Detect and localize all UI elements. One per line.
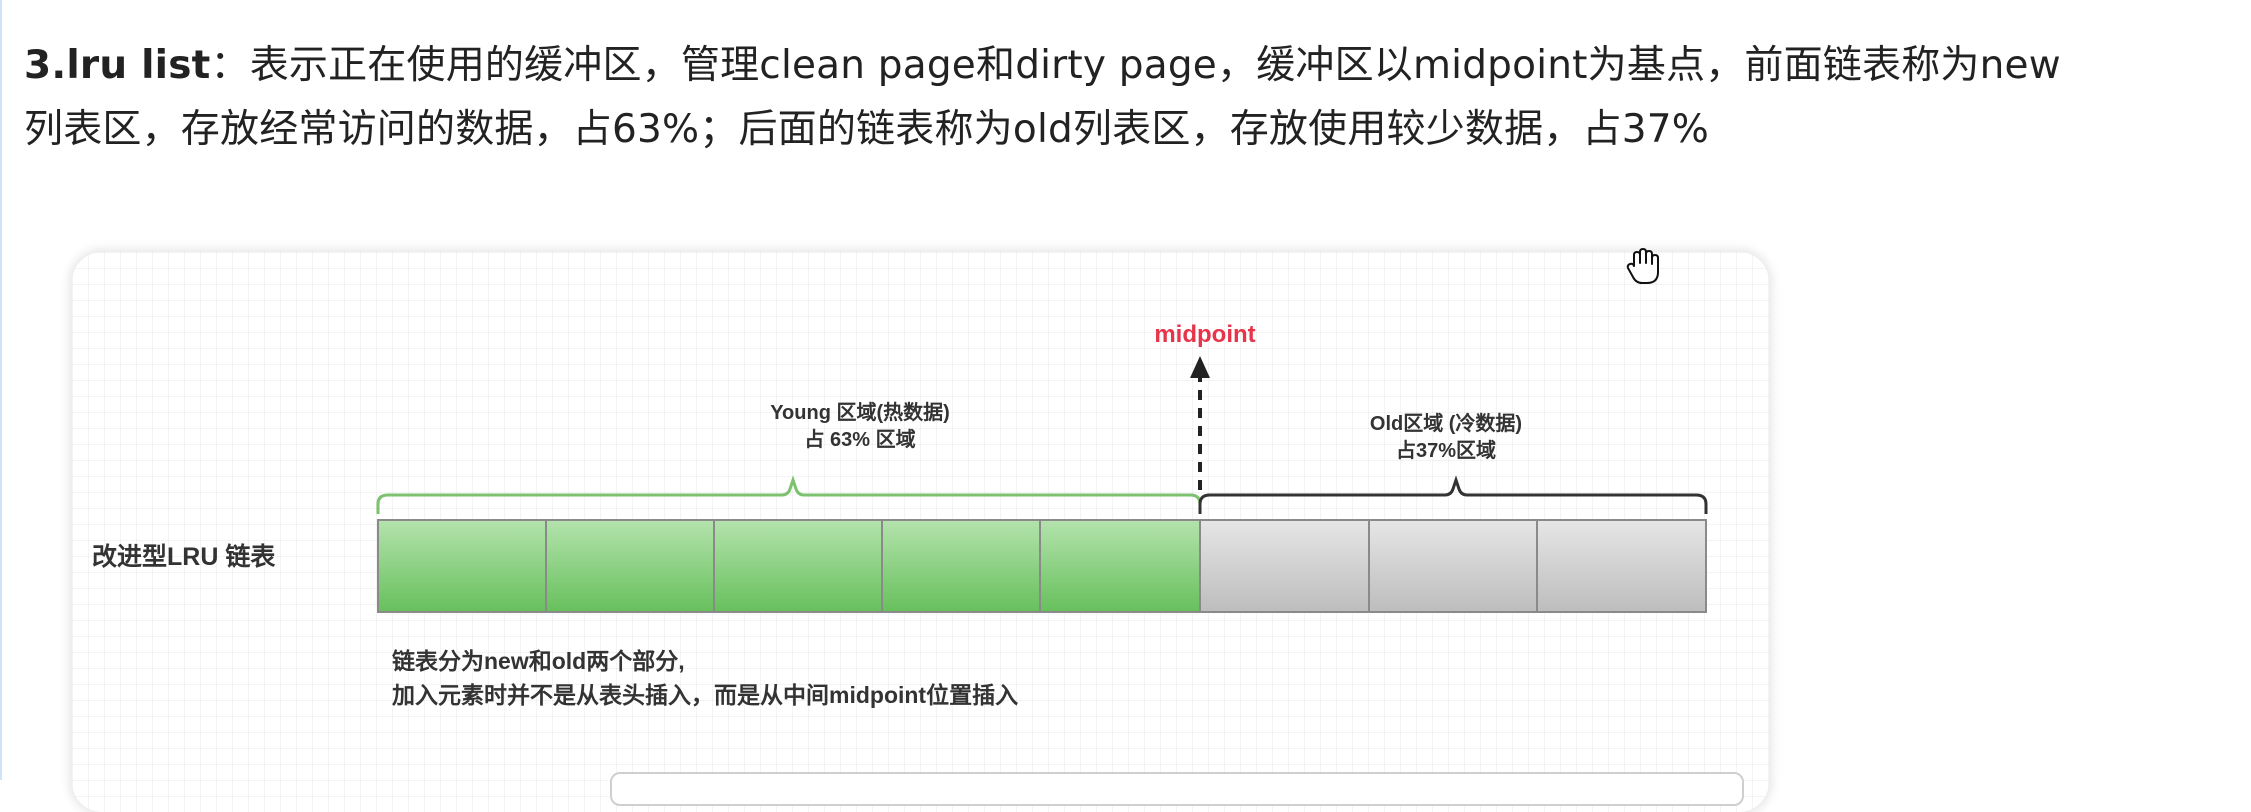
paragraph-line-1-text: ：表示正在使用的缓冲区，管理clean page和dirty page，缓冲区以… <box>210 43 2061 88</box>
lru-diagram: midpoint Young 区域(热数据) 占 63% 区域 Old区域 (冷… <box>92 321 1708 708</box>
young-label-line-1: Young 区域(热数据) <box>770 400 950 424</box>
young-cell <box>377 519 547 613</box>
old-label-line-1: Old区域 (冷数据) <box>1370 411 1522 435</box>
young-region <box>377 519 1201 613</box>
note-line-2: 加入元素时并不是从表头插入，而是从中间midpoint位置插入 <box>391 682 1018 708</box>
old-region <box>1199 519 1707 613</box>
partial-panel-below <box>610 772 1744 806</box>
old-label-line-2: 占37%区域 <box>1396 438 1496 462</box>
midpoint-arrow-head <box>1190 356 1210 378</box>
lru-list-paragraph: 3.lru list：表示正在使用的缓冲区，管理clean page和dirty… <box>24 34 2224 162</box>
young-cell <box>713 519 883 613</box>
note-line-1: 链表分为new和old两个部分, <box>392 648 685 674</box>
old-region-brace <box>1198 475 1708 514</box>
paragraph-line-1: 3.lru list：表示正在使用的缓冲区，管理clean page和dirty… <box>24 34 2224 98</box>
old-cell <box>1199 519 1370 613</box>
old-cell <box>1536 519 1707 613</box>
left-border-rule <box>0 0 2 780</box>
young-region-brace <box>376 475 1202 514</box>
paragraph-term: 3.lru list <box>24 43 211 88</box>
young-cell <box>1039 519 1201 613</box>
midpoint-label: midpoint <box>1154 321 1255 348</box>
paragraph-line-2: 列表区，存放经常访问的数据，占63%；后面的链表称为old列表区，存放使用较少数… <box>24 107 1710 152</box>
lru-list-label: 改进型LRU 链表 <box>92 542 276 571</box>
young-cell <box>881 519 1041 613</box>
old-cell <box>1368 519 1538 613</box>
diagram-card: midpoint Young 区域(热数据) 占 63% 区域 Old区域 (冷… <box>72 252 1769 812</box>
young-label-line-2: 占 63% 区域 <box>804 427 915 451</box>
young-cell <box>545 519 715 613</box>
hand-grab-icon <box>1626 248 1659 284</box>
